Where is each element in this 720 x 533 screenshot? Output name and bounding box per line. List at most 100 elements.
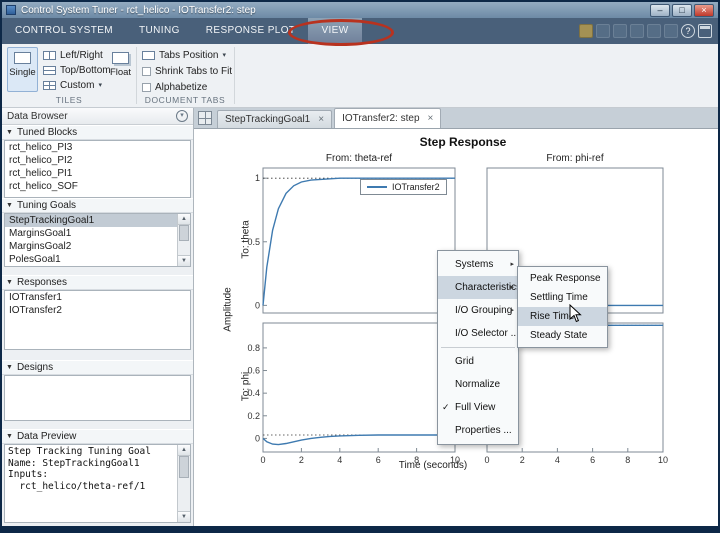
toolstrip-tab-bar: CONTROL SYSTEM TUNING RESPONSE PLOT VIEW… (2, 18, 718, 44)
menu-item-systems[interactable]: Systems ▸ (438, 253, 518, 276)
list-item[interactable]: rct_helico_PI1 (5, 167, 190, 180)
svg-text:0.2: 0.2 (247, 411, 260, 421)
characteristics-submenu: Peak Response Settling Time Rise Time St… (517, 266, 608, 348)
collapse-icon: ▼ (6, 364, 13, 371)
menu-item-peak-response[interactable]: Peak Response (518, 269, 607, 288)
tiles-section-label: TILES (55, 95, 83, 105)
scrollbar[interactable]: ▲ ▼ (177, 214, 190, 266)
svg-text:6: 6 (376, 455, 381, 465)
tab-view[interactable]: VIEW (308, 18, 362, 44)
menu-item-rise-time[interactable]: Rise Time (518, 307, 607, 326)
tabs-position-button[interactable]: Tabs Position ▾ (142, 48, 226, 62)
copy-icon[interactable] (630, 24, 644, 38)
list-item[interactable]: MarginsGoal2 (5, 240, 177, 253)
minimize-button[interactable]: – (650, 3, 670, 17)
data-preview-section-header[interactable]: ▼ Data Preview (2, 429, 193, 444)
menu-item-full-view[interactable]: ✓ Full View (438, 396, 518, 419)
collapse-icon: ▼ (6, 433, 13, 440)
float-button[interactable]: Float (105, 47, 136, 92)
left-right-icon (43, 50, 56, 60)
doc-tab-iotransfer2-step[interactable]: IOTransfer2: step × (334, 108, 442, 128)
close-icon[interactable]: × (428, 113, 434, 124)
left-right-button[interactable]: Left/Right (43, 48, 103, 62)
close-icon[interactable]: × (318, 114, 324, 125)
list-item[interactable]: MarginsGoal1 (5, 227, 177, 240)
collapse-icon: ▼ (6, 202, 13, 209)
scroll-down-icon[interactable]: ▼ (178, 511, 190, 522)
svg-text:0.8: 0.8 (247, 343, 260, 353)
tuned-blocks-section-header[interactable]: ▼ Tuned Blocks (2, 125, 193, 140)
preview-line: Inputs: (8, 469, 49, 480)
list-item[interactable]: rct_helico_PI2 (5, 154, 190, 167)
menu-item-properties[interactable]: Properties ... (438, 419, 518, 442)
scroll-down-icon[interactable]: ▼ (178, 255, 190, 266)
svg-text:10: 10 (658, 455, 668, 465)
custom-tiles-button[interactable]: Custom ▾ (43, 78, 102, 92)
cut-icon[interactable] (613, 24, 627, 38)
submenu-arrow-icon: ▸ (510, 307, 514, 314)
tab-response-plot[interactable]: RESPONSE PLOT (193, 18, 309, 44)
tab-tuning[interactable]: TUNING (126, 18, 193, 44)
dock-icon[interactable] (698, 24, 712, 38)
tile-layout-icon[interactable] (198, 111, 212, 125)
collapse-icon: ▼ (6, 279, 13, 286)
save-icon[interactable] (596, 24, 610, 38)
menu-item-settling-time[interactable]: Settling Time (518, 288, 607, 307)
scrollbar-thumb[interactable] (179, 225, 189, 241)
designs-section-header[interactable]: ▼ Designs (2, 360, 193, 375)
responses-section-header[interactable]: ▼ Responses (2, 275, 193, 290)
open-icon[interactable] (579, 24, 593, 38)
help-icon[interactable]: ? (681, 24, 695, 38)
top-bottom-icon (43, 65, 56, 75)
panel-menu-icon[interactable]: ▾ (176, 110, 188, 122)
submenu-arrow-icon: ▸ (510, 284, 514, 291)
close-button[interactable]: × (694, 3, 714, 17)
svg-text:0.5: 0.5 (247, 237, 260, 247)
legend-label: IOTransfer2 (392, 182, 440, 192)
list-item[interactable]: PolesGoal1 (5, 253, 177, 266)
list-item[interactable]: rct_helico_PI3 (5, 141, 190, 154)
app-window: Control System Tuner - rct_helico - IOTr… (0, 0, 720, 533)
menu-item-characteristics[interactable]: Characteristics ▸ (438, 276, 521, 299)
menu-item-grid[interactable]: Grid (438, 350, 518, 373)
top-bottom-button[interactable]: Top/Bottom (43, 63, 111, 77)
redo-icon[interactable] (664, 24, 678, 38)
maximize-button[interactable]: □ (672, 3, 692, 17)
scrollbar-thumb[interactable] (179, 456, 189, 478)
scroll-up-icon[interactable]: ▲ (178, 214, 190, 225)
list-item[interactable]: rct_helico_SOF (5, 180, 190, 193)
undo-icon[interactable] (647, 24, 661, 38)
svg-text:4: 4 (555, 455, 560, 465)
designs-list[interactable] (4, 375, 191, 421)
chevron-down-icon: ▾ (222, 52, 226, 59)
list-item[interactable]: StepTrackingGoal1 (5, 214, 177, 227)
list-item[interactable]: IOTransfer1 (5, 291, 190, 304)
check-icon: ✓ (442, 402, 450, 412)
svg-text:2: 2 (299, 455, 304, 465)
data-preview-box: Step Tracking Tuning Goal Name: StepTrac… (4, 444, 191, 523)
tab-control-system[interactable]: CONTROL SYSTEM (2, 18, 126, 44)
legend-line-sample (367, 186, 387, 188)
menu-item-io-selector[interactable]: I/O Selector ... (438, 322, 519, 345)
window-title: Control System Tuner - rct_helico - IOTr… (21, 4, 256, 16)
scroll-up-icon[interactable]: ▲ (178, 445, 190, 456)
menu-item-steady-state[interactable]: Steady State (518, 326, 607, 345)
document-tabs-section-label: DOCUMENT TABS (144, 95, 226, 105)
shrink-tabs-checkbox[interactable]: Shrink Tabs to Fit (142, 64, 232, 78)
custom-grid-icon (43, 80, 56, 90)
tuning-goals-section-header[interactable]: ▼ Tuning Goals (2, 198, 193, 213)
single-tile-button[interactable]: Single (7, 47, 38, 92)
menu-item-io-grouping[interactable]: I/O Grouping ▸ (438, 299, 518, 322)
data-browser-header: Data Browser ▾ (2, 108, 193, 125)
plot-legend[interactable]: IOTransfer2 (360, 179, 447, 195)
checkbox-icon (142, 82, 151, 92)
alphabetize-checkbox[interactable]: Alphabetize (142, 80, 207, 94)
svg-text:4: 4 (337, 455, 342, 465)
app-icon (6, 5, 16, 15)
single-pane-icon (14, 52, 31, 64)
doc-tab-steptrackinggoal1[interactable]: StepTrackingGoal1 × (217, 110, 333, 128)
list-item[interactable]: IOTransfer2 (5, 304, 190, 317)
scrollbar[interactable]: ▲ ▼ (177, 445, 190, 522)
section-divider (234, 47, 235, 104)
menu-item-normalize[interactable]: Normalize (438, 373, 518, 396)
